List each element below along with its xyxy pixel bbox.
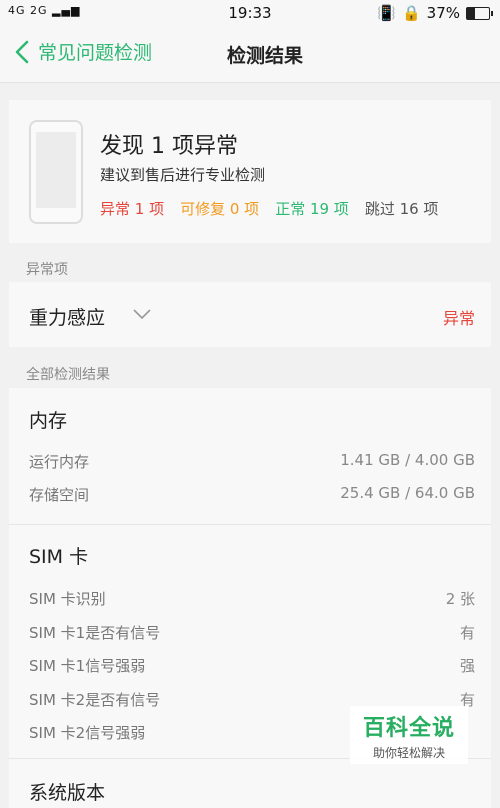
anomaly-item-name: 重力感应	[29, 307, 106, 329]
watermark-logo: 百科全说 助你轻松解决	[350, 706, 468, 764]
status-icons: 📳 🔒 37%	[377, 4, 493, 22]
ram-label: 运行内存	[29, 453, 90, 471]
sim1-signal-label: SIM 卡1是否有信号	[29, 624, 161, 642]
sim2-signal-label: SIM 卡2是否有信号	[29, 691, 161, 709]
watermark-subtitle: 助你轻松解决	[372, 746, 445, 760]
storage-value: 25.4 GB / 64.0 GB	[340, 484, 475, 502]
memory-group-title: 内存	[29, 410, 68, 432]
summary-subtitle: 建议到售后进行专业检测	[100, 166, 266, 184]
battery-icon	[466, 6, 493, 20]
vibrate-icon: 📳	[377, 4, 396, 22]
count-repairable: 可修复 0 项	[180, 200, 260, 218]
sim-group-title: SIM 卡	[29, 546, 89, 568]
storage-label: 存储空间	[29, 486, 90, 504]
page-title: 检测结果	[226, 45, 303, 67]
count-skipped: 跳过 16 项	[364, 200, 439, 218]
system-version-group-title: 系统版本	[29, 782, 106, 804]
summary-card: 发现 1 项异常 建议到售后进行专业检测 异常 1 项 可修复 0 项 正常 1…	[9, 100, 491, 243]
status-bar: 4G 2G ▂▄▆ 19:33 📳 🔒 37%	[0, 0, 500, 26]
summary-title: 发现 1 项异常	[100, 134, 238, 159]
sim1-strength-label: SIM 卡1信号强弱	[29, 657, 146, 675]
all-results-label: 全部检测结果	[26, 367, 110, 383]
anomaly-item[interactable]: 重力感应 异常	[9, 282, 491, 347]
result-counts: 异常 1 项 可修复 0 项 正常 19 项 跳过 16 项	[100, 198, 438, 219]
ram-value: 1.41 GB / 4.00 GB	[340, 451, 475, 469]
sim-detect-value: 2 张	[445, 590, 475, 608]
phone-icon	[29, 120, 83, 224]
sim2-strength-label: SIM 卡2信号强弱	[29, 724, 146, 742]
anomaly-section-label: 异常项	[26, 262, 68, 278]
anomaly-status: 异常	[442, 309, 475, 328]
group-divider	[9, 524, 491, 525]
count-normal: 正常 19 项	[275, 200, 349, 218]
sim1-signal-value: 有	[459, 624, 475, 642]
battery-percent: 37%	[426, 4, 460, 22]
chevron-down-icon[interactable]	[132, 308, 152, 320]
count-abnormal: 异常 1 项	[100, 200, 165, 218]
app-header: 常见问题检测 检测结果	[0, 26, 500, 83]
sim1-strength-value: 强	[459, 657, 475, 675]
sim-detect-label: SIM 卡识别	[29, 590, 106, 608]
watermark-title: 百科全说	[362, 716, 455, 741]
rotation-lock-icon: 🔒	[401, 4, 421, 22]
